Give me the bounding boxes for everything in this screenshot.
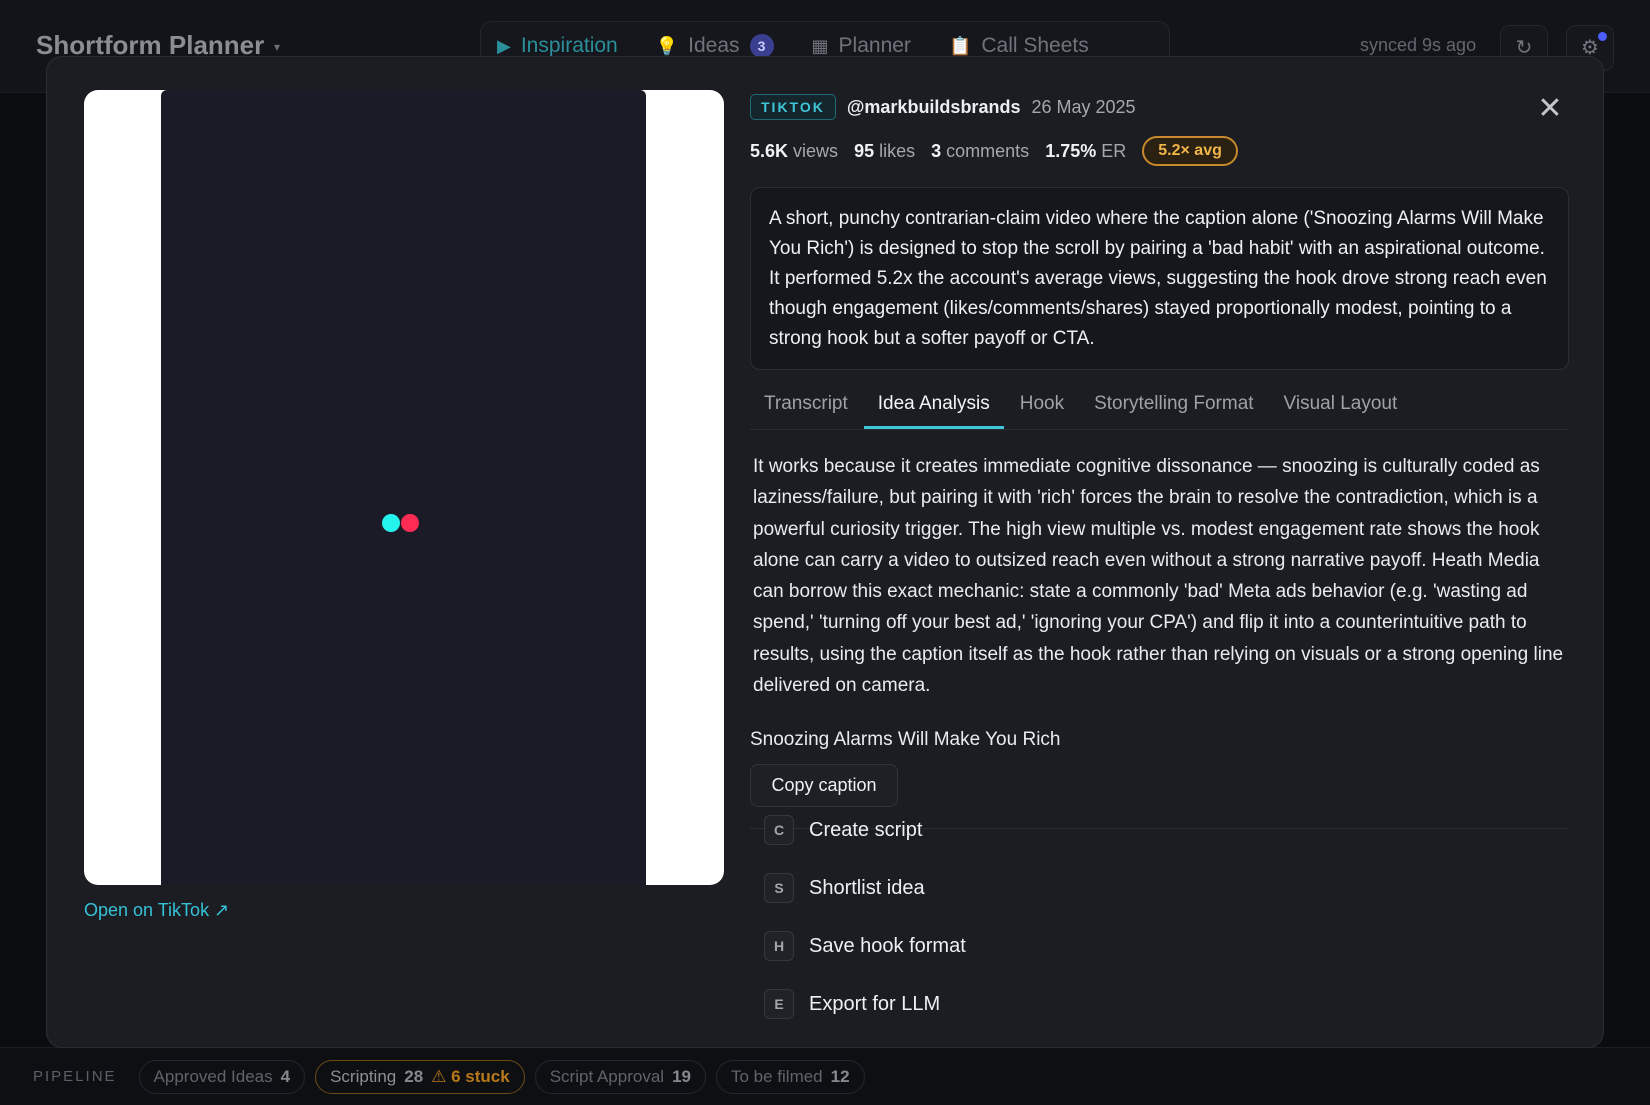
tab-call-sheets[interactable]: 📋 Call Sheets: [949, 34, 1089, 58]
video-summary: A short, punchy contrarian-claim video w…: [750, 187, 1569, 370]
stage-label: Script Approval: [549, 1066, 665, 1086]
pipeline-label: PIPELINE: [33, 1068, 117, 1085]
platform-badge: TIKTOK: [750, 94, 836, 120]
inspiration-detail-modal: Open on TikTok ↗ ✕ TIKTOK @markbuildsbra…: [46, 56, 1604, 1048]
analysis-tabs: Transcript Idea Analysis Hook Storytelli…: [750, 380, 1569, 430]
tiktok-logo-icon: [382, 514, 422, 534]
likes-stat: 95 likes: [854, 140, 916, 161]
play-icon: ▶: [497, 35, 511, 56]
clipboard-icon: 📋: [948, 35, 972, 56]
tiktok-dot-red: [401, 514, 419, 532]
tab-idea-analysis[interactable]: Idea Analysis: [863, 393, 1004, 429]
comments-stat: 3 comments: [931, 140, 1030, 161]
stage-count: 19: [672, 1066, 691, 1086]
pipeline-bar: PIPELINE Approved Ideas 4 Scripting 28 ⚠…: [0, 1047, 1650, 1105]
shortcut-key: H: [764, 931, 794, 961]
pipeline-stage-approved[interactable]: Approved Ideas 4: [138, 1059, 306, 1094]
stage-count: 4: [280, 1066, 291, 1086]
video-caption: Snoozing Alarms Will Make You Rich: [750, 729, 1061, 750]
avg-multiple-badge: 5.2× avg: [1142, 136, 1238, 166]
table-icon: ▦: [811, 35, 829, 56]
copy-caption-button[interactable]: Copy caption: [750, 764, 898, 807]
pipeline-stage-script-approval[interactable]: Script Approval 19: [534, 1059, 706, 1094]
shortcut-key: E: [764, 989, 794, 1019]
tab-transcript[interactable]: Transcript: [750, 393, 862, 429]
create-script-action[interactable]: C Create script: [764, 815, 922, 845]
views-stat: 5.6K views: [750, 140, 839, 161]
video-player[interactable]: [84, 90, 724, 885]
sync-status: synced 9s ago: [1360, 35, 1477, 55]
pipeline-stage-to-be-filmed[interactable]: To be filmed 12: [715, 1059, 865, 1094]
tab-ideas[interactable]: 💡 Ideas 3: [656, 34, 774, 58]
post-meta: TIKTOK @markbuildsbrands 26 May 2025: [750, 94, 1136, 120]
tab-visual-layout[interactable]: Visual Layout: [1270, 393, 1412, 429]
tab-label: Planner: [838, 34, 911, 57]
stage-label: To be filmed: [730, 1066, 823, 1086]
author-handle: @markbuildsbrands: [846, 96, 1021, 117]
stage-label: Approved Ideas: [153, 1066, 273, 1086]
stage-count: 28: [404, 1066, 424, 1086]
stage-count: 12: [830, 1066, 850, 1086]
tiktok-dot-cyan: [382, 514, 400, 532]
video-embed[interactable]: [161, 90, 646, 885]
tab-inspiration[interactable]: ▶ Inspiration: [497, 34, 618, 58]
stats-row: 5.6K views 95 likes 3 comments 1.75% ER …: [750, 136, 1238, 166]
chevron-down-icon[interactable]: ▾: [274, 40, 280, 54]
action-label: Save hook format: [809, 934, 966, 957]
tab-hook[interactable]: Hook: [1006, 393, 1078, 429]
engagement-rate-stat: 1.75% ER: [1045, 140, 1127, 161]
shortcut-key: C: [764, 815, 794, 845]
open-on-tiktok-link[interactable]: Open on TikTok ↗: [84, 900, 229, 921]
tab-label: Ideas: [688, 34, 740, 57]
save-hook-format-action[interactable]: H Save hook format: [764, 931, 966, 961]
close-icon[interactable]: ✕: [1535, 94, 1565, 125]
tab-label: Inspiration: [520, 34, 618, 57]
pipeline-stage-scripting[interactable]: Scripting 28 ⚠ 6 stuck: [315, 1059, 525, 1094]
ideas-count-badge: 3: [749, 34, 774, 58]
shortcut-key: S: [764, 873, 794, 903]
tab-storytelling-format[interactable]: Storytelling Format: [1080, 393, 1267, 429]
export-for-llm-action[interactable]: E Export for LLM: [764, 989, 940, 1019]
notification-dot: [1598, 32, 1607, 41]
stage-label: Scripting: [330, 1066, 397, 1086]
idea-analysis-text: It works because it creates immediate co…: [753, 456, 1564, 697]
action-label: Export for LLM: [809, 992, 941, 1015]
action-label: Shortlist idea: [809, 876, 925, 899]
tab-planner[interactable]: ▦ Planner: [812, 34, 911, 58]
stuck-warning: ⚠ 6 stuck: [431, 1066, 510, 1086]
action-label: Create script: [809, 818, 923, 841]
shortlist-idea-action[interactable]: S Shortlist idea: [764, 873, 925, 903]
lightbulb-icon: 💡: [655, 35, 679, 56]
tab-label: Call Sheets: [981, 34, 1089, 57]
post-date: 26 May 2025: [1031, 96, 1136, 117]
